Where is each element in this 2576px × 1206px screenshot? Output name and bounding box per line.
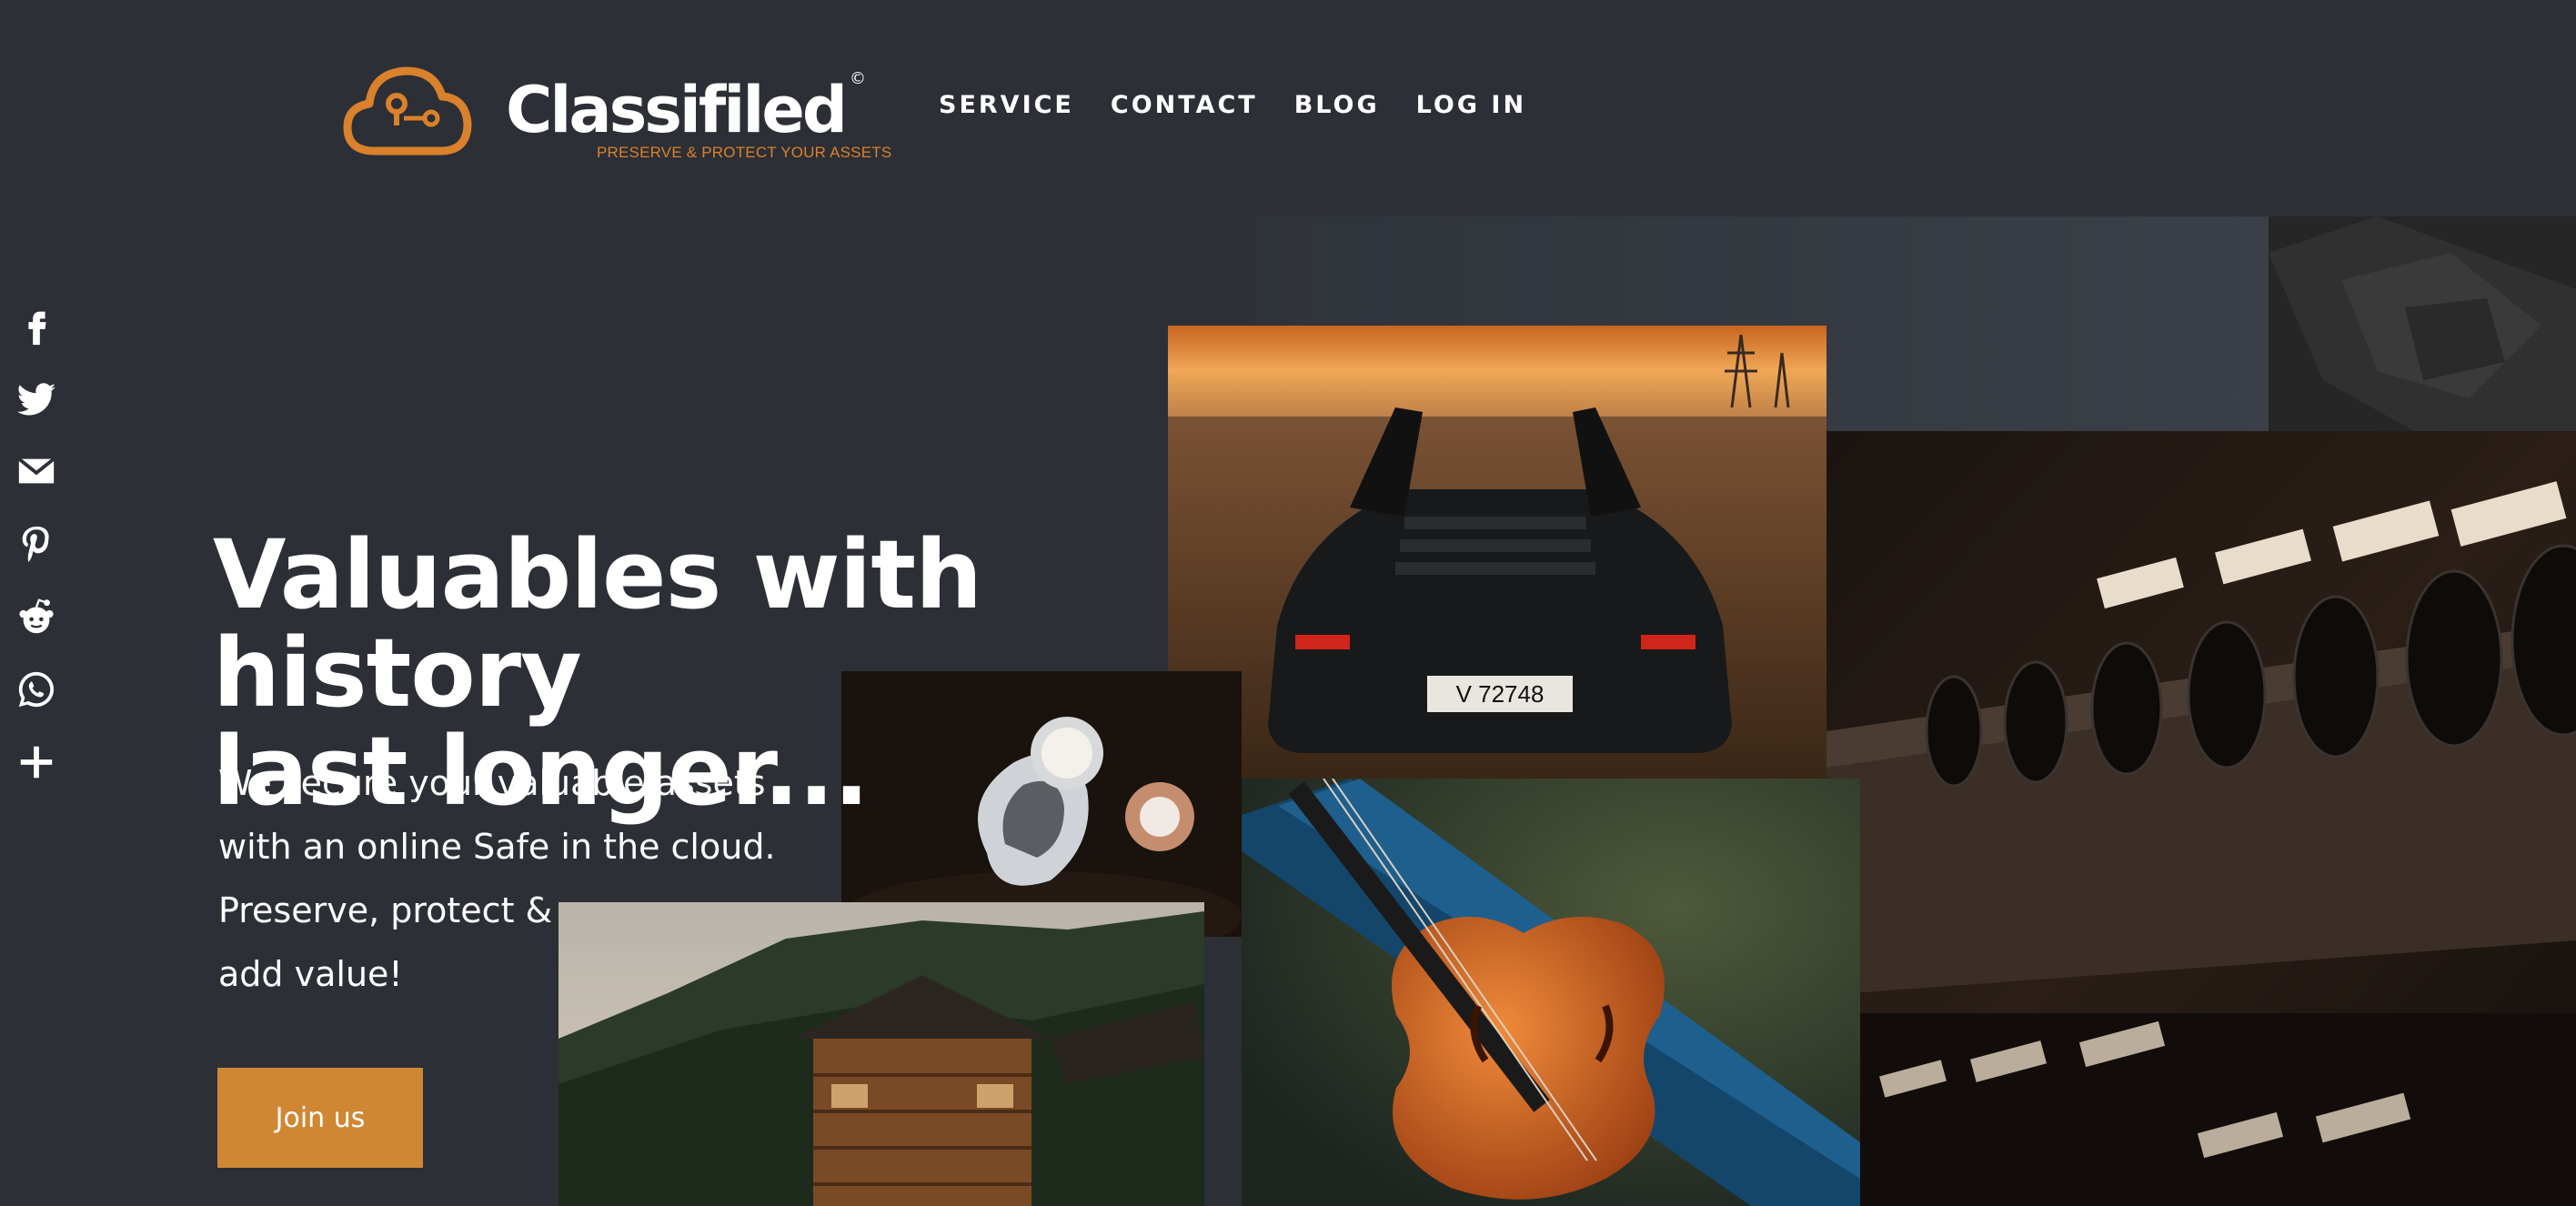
pinterest-share-button[interactable]: [0, 508, 73, 580]
email-icon: [17, 457, 55, 484]
landing-page: V 72748 Classifiled © PRESERVE & PROTECT…: [0, 0, 2576, 1206]
brand-logo[interactable]: Classifiled © PRESERVE & PROTECT YOUR AS…: [340, 60, 891, 169]
social-share-bar: [0, 289, 73, 799]
hero-subtitle-line-1: We secure your valuable assets: [218, 763, 766, 803]
nav-item-blog[interactable]: BLOG: [1294, 91, 1380, 119]
nav-item-service[interactable]: SERVICE: [939, 91, 1074, 119]
hero-title-line-1: Valuables with history: [213, 519, 982, 729]
brand-tagline: PRESERVE & PROTECT YOUR ASSETS: [597, 144, 892, 161]
copyright-symbol: ©: [850, 69, 866, 88]
whatsapp-icon: [18, 671, 55, 708]
twitter-share-button[interactable]: [0, 362, 73, 435]
twitter-icon: [16, 383, 56, 416]
email-share-button[interactable]: [0, 435, 73, 508]
reddit-share-button[interactable]: [0, 580, 73, 653]
facebook-share-button[interactable]: [0, 289, 73, 362]
more-share-button[interactable]: [0, 726, 73, 799]
brand-name: Classifiled: [506, 73, 848, 147]
hero-subtitle-line-3: Preserve, protect &: [218, 890, 553, 930]
plus-icon: [20, 746, 53, 779]
nav-item-contact[interactable]: CONTACT: [1111, 91, 1258, 119]
hero-subtitle-line-4: add value!: [218, 954, 403, 994]
main-nav: SERVICE CONTACT BLOG LOG IN: [939, 91, 1563, 119]
hero-subtitle: We secure your valuable assets with an o…: [218, 751, 800, 1006]
join-us-button[interactable]: Join us: [217, 1068, 423, 1168]
wine-bottles-image: [1826, 431, 2576, 1206]
violin-image: [1242, 779, 1860, 1206]
cloud-lock-logo-icon: [343, 66, 472, 156]
stone-texture-image: [2269, 216, 2576, 431]
whatsapp-share-button[interactable]: [0, 653, 73, 726]
reddit-icon: [19, 598, 54, 634]
hero-subtitle-line-2: with an online Safe in the cloud.: [218, 827, 776, 867]
license-plate-text: V 72748: [1456, 680, 1545, 708]
pinterest-icon: [22, 526, 49, 562]
nav-item-login[interactable]: LOG IN: [1416, 91, 1526, 119]
facebook-icon: [28, 311, 46, 346]
